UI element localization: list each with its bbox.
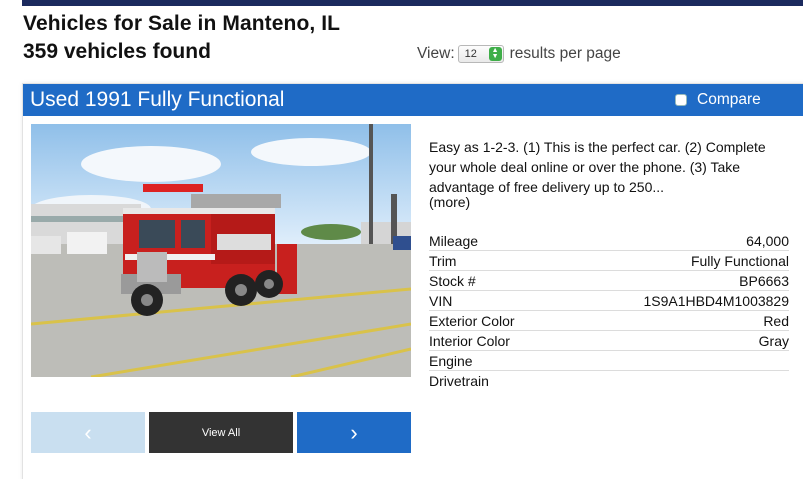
vehicle-card: Used 1991 Fully Functional Compare ‹ Vie… — [22, 83, 803, 479]
view-all-label: View All — [201, 426, 241, 439]
spec-label: Trim — [429, 253, 457, 269]
top-accent-bar — [22, 0, 803, 6]
compare-checkbox[interactable]: Compare — [675, 91, 761, 109]
spec-row-vin: VIN 1S9A1HBD4M1003829 — [429, 291, 789, 311]
results-per-page-control: View: 12 ▲ ▼ results per page — [417, 45, 621, 63]
spec-value: BP6663 — [739, 273, 789, 289]
fire-truck-image — [31, 124, 411, 377]
updown-arrows-icon: ▲ ▼ — [488, 47, 502, 61]
view-all-photos-button[interactable]: View All — [149, 412, 293, 453]
compare-label: Compare — [697, 91, 761, 108]
vehicle-description: Easy as 1-2-3. (1) This is the perfect c… — [429, 139, 766, 195]
per-page-select[interactable]: 12 ▲ ▼ — [457, 45, 504, 63]
spec-label: Interior Color — [429, 333, 510, 349]
checkbox-icon[interactable] — [675, 94, 687, 106]
spec-label: Mileage — [429, 233, 479, 249]
spec-label: VIN — [429, 293, 453, 309]
vehicle-title-link[interactable]: Used 1991 Fully Functional — [30, 88, 284, 112]
spec-value: Red — [763, 313, 789, 329]
spec-row-stock: Stock # BP6663 — [429, 271, 789, 291]
spec-label: Stock # — [429, 273, 476, 289]
spec-label: Drivetrain — [429, 373, 489, 389]
vehicle-card-header: Used 1991 Fully Functional Compare — [23, 84, 803, 116]
view-label: View: — [417, 45, 455, 62]
spec-label: Exterior Color — [429, 313, 515, 329]
per-page-suffix: results per page — [509, 45, 621, 62]
spec-row-mileage: Mileage 64,000 — [429, 231, 789, 251]
page-title: Vehicles for Sale in Manteno, IL — [23, 12, 341, 35]
spec-row-interior-color: Interior Color Gray — [429, 331, 789, 351]
results-count: 359 vehicles found — [23, 40, 211, 63]
chevron-right-icon: › — [350, 419, 358, 445]
spec-row-exterior-color: Exterior Color Red — [429, 311, 789, 331]
per-page-value: 12 — [464, 48, 477, 60]
spec-value: 64,000 — [746, 233, 789, 249]
more-link[interactable]: (more) — [429, 194, 470, 210]
spec-row-trim: Trim Fully Functional — [429, 251, 789, 271]
spec-value: Fully Functional — [690, 253, 789, 269]
spec-row-drivetrain: Drivetrain — [429, 371, 789, 391]
spec-row-engine: Engine — [429, 351, 789, 371]
spec-value: Gray — [758, 333, 789, 349]
vehicle-photo[interactable] — [31, 124, 411, 377]
spec-label: Engine — [429, 353, 473, 369]
next-photo-button[interactable]: › — [297, 412, 411, 453]
chevron-left-icon: ‹ — [84, 419, 92, 445]
vehicle-specs-table: Mileage 64,000 Trim Fully Functional Sto… — [429, 231, 789, 391]
previous-photo-button[interactable]: ‹ — [31, 412, 145, 453]
spec-value: 1S9A1HBD4M1003829 — [643, 293, 789, 309]
